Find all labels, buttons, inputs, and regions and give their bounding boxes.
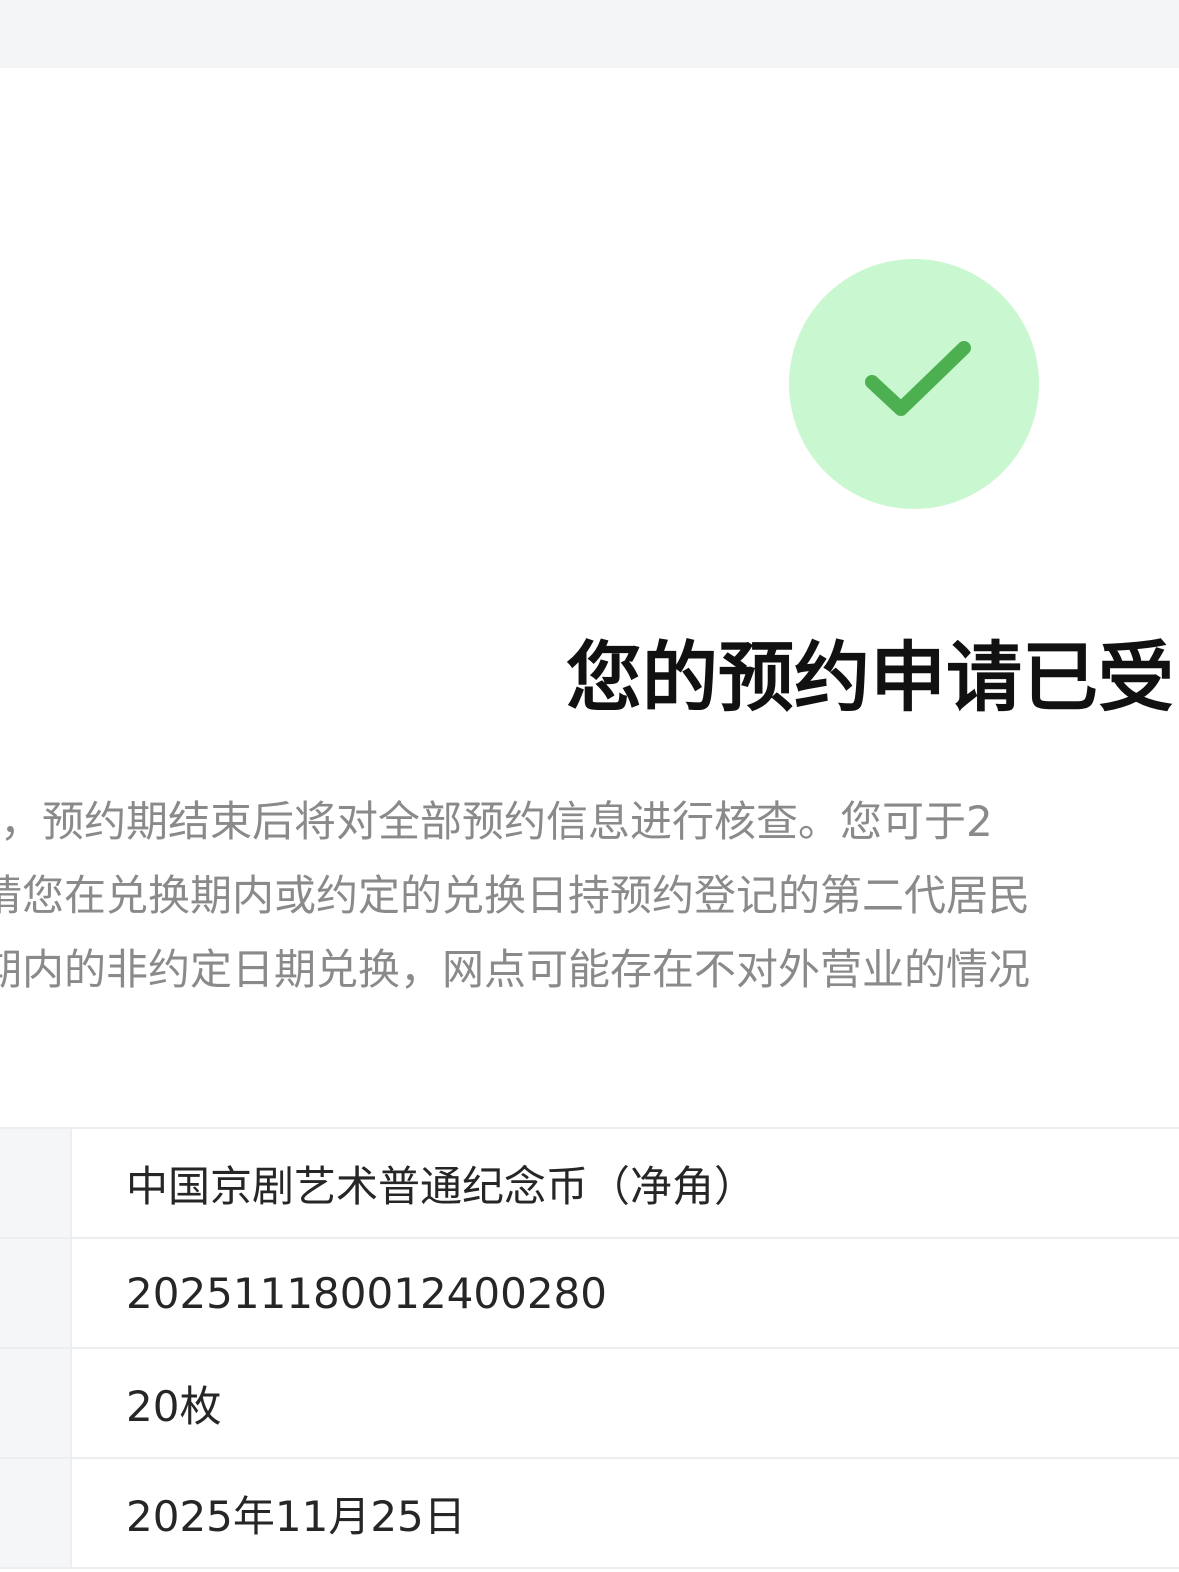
notice-text: ，预约期结束后将对全部预约信息进行核查。您可于2 请您在兑换期内或约定的兑换日持…: [0, 788, 1179, 1018]
exchange-date-value: 2025年11月25日: [126, 1491, 466, 1541]
detail-row-exchange-date: 2025年11月25日: [0, 1459, 1179, 1569]
detail-row-reservation-number: 202511180012400280: [0, 1239, 1179, 1349]
detail-row-coin-name: 中国京剧艺术普通纪念币（净角）: [0, 1129, 1179, 1239]
quantity-value: 20枚: [126, 1381, 222, 1431]
top-bar: [0, 0, 1179, 68]
coin-name-value: 中国京剧艺术普通纪念币（净角）: [126, 1161, 757, 1211]
reservation-details-table: 中国京剧艺术普通纪念币（净角） 202511180012400280 20枚 2…: [0, 1127, 1179, 1572]
page: 您的预约申请已受 ，预约期结束后将对全部预约信息进行核查。您可于2 请您在兑换期…: [0, 0, 1179, 1572]
notice-line-2: 请您在兑换期内或约定的兑换日持预约登记的第二代居民: [0, 871, 1031, 920]
notice-line-3: 期内的非约定日期兑换，网点可能存在不对外营业的情况: [0, 945, 1031, 994]
detail-label-cell: [0, 1129, 72, 1237]
result-title: 您的预约申请已受: [566, 633, 1174, 722]
detail-row-quantity: 20枚: [0, 1349, 1179, 1459]
detail-label-cell: [0, 1459, 72, 1567]
detail-label-cell: [0, 1349, 72, 1457]
check-mark-icon: [865, 341, 971, 416]
notice-line-1: ，预约期结束后将对全部预约信息进行核查。您可于2: [0, 797, 993, 846]
detail-label-cell: [0, 1239, 72, 1347]
check-circle-icon: [789, 259, 1039, 509]
reservation-number-value: 202511180012400280: [126, 1268, 607, 1318]
